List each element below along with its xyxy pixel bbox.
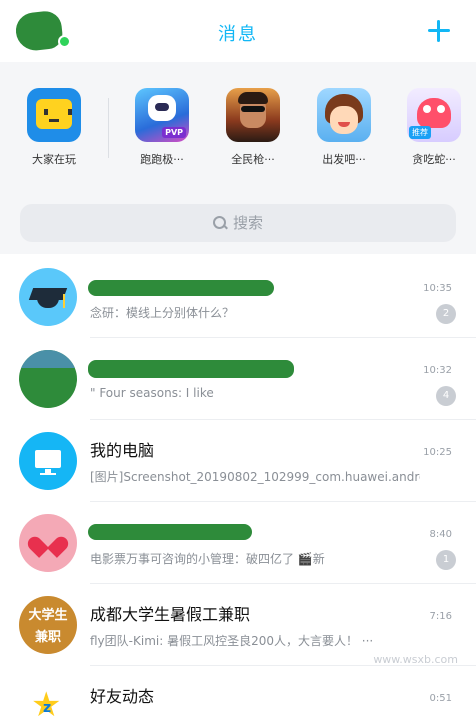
game-item-kart[interactable]: PVP 跑跑极··· bbox=[126, 88, 198, 167]
conversation-time: 8:40 bbox=[429, 529, 452, 540]
conversation-preview: 念研：模线上分别体什么？ bbox=[90, 306, 235, 320]
redacted-avatar bbox=[19, 350, 77, 408]
computer-icon bbox=[19, 432, 77, 490]
avatar-text-bottom: 兼职 bbox=[34, 630, 61, 645]
redacted-name bbox=[88, 280, 274, 296]
conversation-preview: fly团队-Kimi: 暑假工风控圣良200人，大言要人！ ··· bbox=[90, 634, 374, 648]
conversation-time: 10:32 bbox=[423, 365, 452, 376]
avatar-text-top: 大学生 bbox=[28, 608, 68, 623]
gunman-icon bbox=[226, 88, 280, 142]
conversation-row[interactable]: 念研：模线上分别体什么？ 10:35 2 bbox=[0, 256, 476, 338]
page-title: 消息 bbox=[218, 24, 258, 45]
search-area: 搜索 bbox=[0, 192, 476, 254]
search-placeholder: 搜索 bbox=[232, 214, 263, 232]
conversation-time: 10:35 bbox=[423, 283, 452, 294]
job-group-avatar: 大学生 兼职 bbox=[19, 596, 77, 654]
heart-avatar bbox=[19, 514, 77, 572]
top-bar: 消息 bbox=[0, 0, 476, 62]
game-item-hero[interactable]: 出发吧··· bbox=[308, 88, 380, 167]
search-input[interactable]: 搜索 bbox=[20, 204, 456, 242]
games-divider bbox=[108, 98, 109, 158]
game-label: 大家在玩 bbox=[32, 153, 76, 166]
unread-badge: 2 bbox=[436, 304, 456, 324]
conversation-list: 念研：模线上分别体什么？ 10:35 2 " Four seasons: I l… bbox=[0, 256, 476, 716]
game-label: 跑跑极··· bbox=[140, 153, 184, 166]
unread-badge: 4 bbox=[436, 386, 456, 406]
redacted-name bbox=[88, 524, 252, 540]
search-icon bbox=[212, 216, 227, 230]
graduation-cap-avatar bbox=[19, 268, 77, 326]
conversation-preview: 电影票万事可咨询的小管理：破四亿了 🎬新 bbox=[90, 552, 325, 566]
plus-icon[interactable] bbox=[424, 16, 454, 46]
redacted-name bbox=[88, 360, 294, 378]
kart-racer-icon: PVP bbox=[135, 88, 189, 142]
unread-badge: 1 bbox=[436, 550, 456, 570]
conversation-name: 好友动态 bbox=[90, 687, 155, 706]
game-label: 贪吃蛇··· bbox=[412, 153, 456, 166]
conversation-preview: " Four seasons: I like bbox=[90, 386, 214, 400]
conversation-row[interactable]: 电影票万事可咨询的小管理：破四亿了 🎬新 8:40 1 bbox=[0, 502, 476, 584]
star-icon: ★ z bbox=[31, 685, 62, 716]
games-strip: 大家在玩 PVP 跑跑极··· 全民枪··· 出发吧··· 推荐 贪吃蛇··· bbox=[0, 62, 476, 192]
conversation-row[interactable]: " Four seasons: I like 10:32 4 bbox=[0, 338, 476, 420]
conversation-time: 7:16 bbox=[429, 611, 452, 622]
game-label: 全民枪··· bbox=[231, 153, 275, 166]
hero-girl-icon bbox=[317, 88, 371, 142]
recommend-badge: 推荐 bbox=[409, 126, 431, 139]
conversation-row[interactable]: ★ z 好友动态 0:51 bbox=[0, 666, 476, 716]
conversation-time: 0:51 bbox=[429, 693, 452, 704]
conversation-name: 我的电脑 bbox=[90, 441, 155, 460]
yellow-robot-icon bbox=[27, 88, 81, 142]
game-label: 出发吧··· bbox=[322, 153, 366, 166]
watermark: www.wsxb.com bbox=[373, 653, 458, 666]
pvp-badge: PVP bbox=[162, 127, 186, 138]
game-item-everyone-playing[interactable]: 大家在玩 bbox=[18, 88, 90, 167]
conversation-preview: [图片]Screenshot_20190802_102999_com.huawe… bbox=[90, 470, 420, 484]
game-item-snake[interactable]: 推荐 贪吃蛇··· bbox=[398, 88, 470, 167]
game-item-gunman[interactable]: 全民枪··· bbox=[217, 88, 289, 167]
snake-icon: 推荐 bbox=[407, 88, 461, 142]
conversation-time: 10:25 bbox=[423, 447, 452, 458]
conversation-name: 成都大学生暑假工兼职 bbox=[90, 605, 251, 624]
conversation-row[interactable]: 我的电脑 [图片]Screenshot_20190802_102999_com.… bbox=[0, 420, 476, 502]
